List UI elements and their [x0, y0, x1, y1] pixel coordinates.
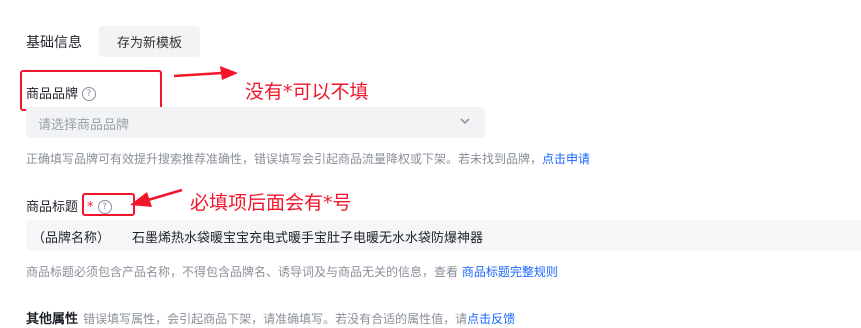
arrow-required	[130, 188, 183, 207]
annotation-arrows	[130, 66, 238, 207]
arrow-optional	[173, 66, 238, 80]
annotation-required-note: 必填项后面会有*号	[190, 192, 352, 214]
annotation-optional-note: 没有*可以不填	[245, 81, 369, 103]
